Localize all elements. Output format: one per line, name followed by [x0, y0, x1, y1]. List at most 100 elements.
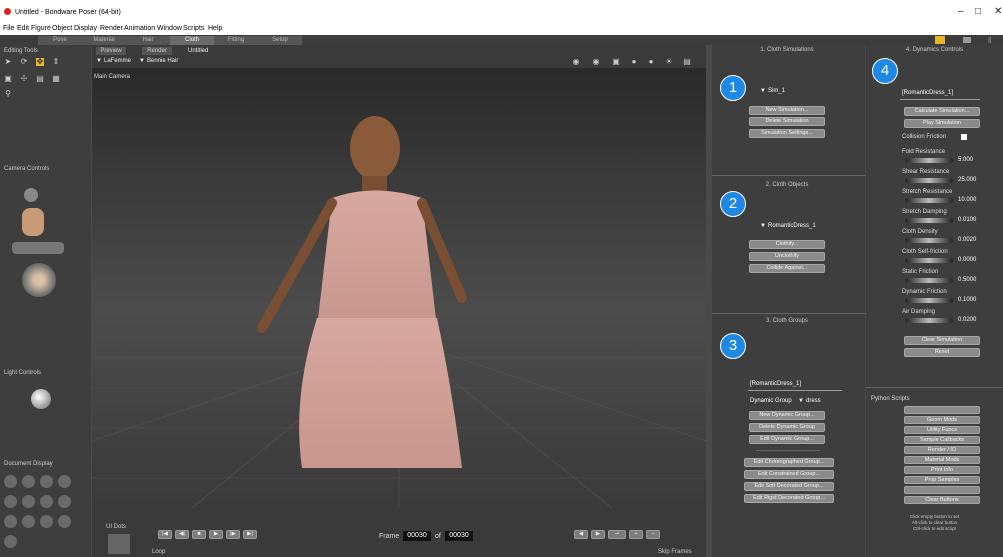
go-to-start-button[interactable]: |◀	[158, 530, 172, 539]
python-script-button[interactable]: Utility Funcs	[904, 426, 980, 434]
param-value[interactable]: 25.000	[958, 177, 976, 183]
python-script-button[interactable]	[904, 486, 980, 494]
keyframe-key-icon[interactable]: ⊸	[608, 530, 626, 539]
stop-button[interactable]: ■	[192, 530, 206, 539]
param-value[interactable]: 5.000	[958, 157, 973, 163]
param-value[interactable]: 0.0000	[958, 257, 976, 263]
param-value[interactable]: 0.5000	[958, 277, 976, 283]
close-button[interactable]: ✕	[994, 6, 1002, 17]
cloth-object-select-arrow[interactable]: ▼	[760, 223, 766, 229]
clear-simulation-button[interactable]: Clear Simulation	[904, 336, 980, 345]
menu-window[interactable]: Window	[157, 25, 182, 32]
render-camera-icon[interactable]: ◉	[572, 58, 580, 66]
menu-object[interactable]: Object	[52, 25, 72, 32]
menu-file[interactable]: File	[3, 25, 14, 32]
tab-hair[interactable]: Hair	[126, 36, 171, 45]
new-simulation-button[interactable]: New Simulation...	[749, 106, 825, 115]
param-dial[interactable]	[905, 258, 953, 263]
delete-keyframe-button[interactable]: −	[646, 530, 660, 539]
edit-choreographed-group-button[interactable]: Edit Choreographed Group...	[744, 458, 834, 467]
step-back-button[interactable]: ◀	[574, 530, 588, 539]
area-render-icon[interactable]: ▣	[612, 58, 620, 66]
scale-tool-icon[interactable]: ⇕	[52, 58, 60, 66]
menu-scripts[interactable]: Scripts	[183, 25, 204, 32]
menu-display[interactable]: Display	[74, 25, 97, 32]
direct-manipulation-icon[interactable]: ▦	[52, 75, 60, 83]
display-style-icon[interactable]	[40, 495, 53, 508]
next-keyframe-button[interactable]: |▶	[226, 530, 240, 539]
dynamic-group-select-arrow[interactable]: ▼	[798, 398, 804, 404]
python-script-button[interactable]	[904, 406, 980, 414]
param-dial[interactable]	[905, 278, 953, 283]
menu-render[interactable]: Render	[100, 25, 123, 32]
sketch-icon[interactable]: ●	[630, 58, 638, 66]
param-dial[interactable]	[905, 158, 953, 163]
collide-against-button[interactable]: Collide Against...	[749, 264, 825, 273]
param-dial[interactable]	[905, 238, 953, 243]
dynamic-group-select[interactable]: dress	[806, 398, 821, 404]
python-script-button[interactable]: Render / IO	[904, 446, 980, 454]
simulation-select[interactable]: Sim_1	[768, 88, 785, 94]
camera-menu-icon[interactable]: ▤	[683, 58, 691, 66]
zoom-tool-icon[interactable]: ⚲	[4, 90, 12, 98]
select-tool-icon[interactable]: ➤	[4, 58, 12, 66]
total-frames-field[interactable]: 00030	[445, 531, 473, 541]
actor-select[interactable]: Bennie Hair	[147, 58, 178, 64]
delete-simulation-button[interactable]: Delete Simulation	[749, 117, 825, 126]
display-style-icon[interactable]	[40, 475, 53, 488]
tab-material[interactable]: Material	[82, 36, 127, 45]
python-script-button[interactable]: Clear Buttons	[904, 496, 980, 504]
display-style-icon[interactable]	[4, 495, 17, 508]
play-simulation-button[interactable]: Play Simulation	[904, 119, 980, 128]
skip-frames-checkbox[interactable]: Skip Frames	[658, 549, 692, 555]
collision-friction-checkbox[interactable]	[961, 134, 967, 140]
display-style-icon[interactable]	[58, 495, 71, 508]
delete-dynamic-group-button[interactable]: Delete Dynamic Group	[749, 423, 825, 432]
camera-face-icon[interactable]	[24, 188, 38, 202]
rotate-tool-icon[interactable]: ⟳	[20, 58, 28, 66]
param-value[interactable]: 0.0020	[958, 237, 976, 243]
menu-figure[interactable]: Figure	[31, 25, 51, 32]
current-frame-field[interactable]: 00030	[403, 531, 431, 541]
python-script-button[interactable]: Geom Mods	[904, 416, 980, 424]
ui-dots-grid[interactable]	[108, 534, 130, 554]
display-style-icon[interactable]	[4, 535, 17, 548]
display-style-icon[interactable]	[4, 475, 17, 488]
edit-soft-decorated-group-button[interactable]: Edit Soft Decorated Group...	[744, 482, 834, 491]
display-style-icon[interactable]	[40, 515, 53, 528]
param-dial[interactable]	[905, 178, 953, 183]
param-value[interactable]: 0.0200	[958, 317, 976, 323]
help-icon[interactable]	[935, 36, 945, 44]
calculate-simulation-button[interactable]: Calculate Simulation...	[904, 107, 980, 116]
menu-animation[interactable]: Animation	[124, 25, 155, 32]
param-value[interactable]: 0.1000	[958, 297, 976, 303]
figure-select[interactable]: LaFemme	[104, 58, 131, 64]
display-style-icon[interactable]	[22, 495, 35, 508]
render-settings-icon[interactable]: ◉	[592, 58, 600, 66]
param-dial[interactable]	[905, 218, 953, 223]
tab-render[interactable]: Render	[142, 47, 172, 55]
add-keyframe-button[interactable]: +	[629, 530, 643, 539]
python-script-button[interactable]: Print Info	[904, 466, 980, 474]
new-dynamic-group-button[interactable]: New Dynamic Group...	[749, 411, 825, 420]
translate-tool-icon[interactable]: ✥	[36, 58, 44, 66]
camera-trackball[interactable]	[22, 263, 56, 297]
display-style-icon[interactable]	[58, 475, 71, 488]
previous-keyframe-button[interactable]: ◀|	[175, 530, 189, 539]
lights-icon[interactable]: ☀	[665, 58, 673, 66]
param-value[interactable]: 0.0100	[958, 217, 976, 223]
tab-preview[interactable]: Preview	[96, 47, 126, 55]
cloth-object-select[interactable]: RomanticDress_1	[768, 223, 816, 229]
tab-fitting[interactable]: Fitting	[214, 36, 259, 45]
camera-trackball-bar[interactable]	[12, 242, 64, 254]
go-to-end-button[interactable]: ▶|	[243, 530, 257, 539]
tab-pose[interactable]: Pose	[38, 36, 83, 45]
morph-tool-icon[interactable]: ▣	[4, 75, 12, 83]
minimize-button[interactable]: –	[958, 6, 964, 17]
unclothify-button[interactable]: Unclothify	[749, 252, 825, 261]
figure-select-arrow[interactable]: ▼	[96, 58, 102, 64]
view-magnifier-icon[interactable]: ▤	[36, 75, 44, 83]
simulation-select-arrow[interactable]: ▼	[760, 88, 766, 94]
menu-edit[interactable]: Edit	[17, 25, 29, 32]
python-script-button[interactable]: Material Mods	[904, 456, 980, 464]
